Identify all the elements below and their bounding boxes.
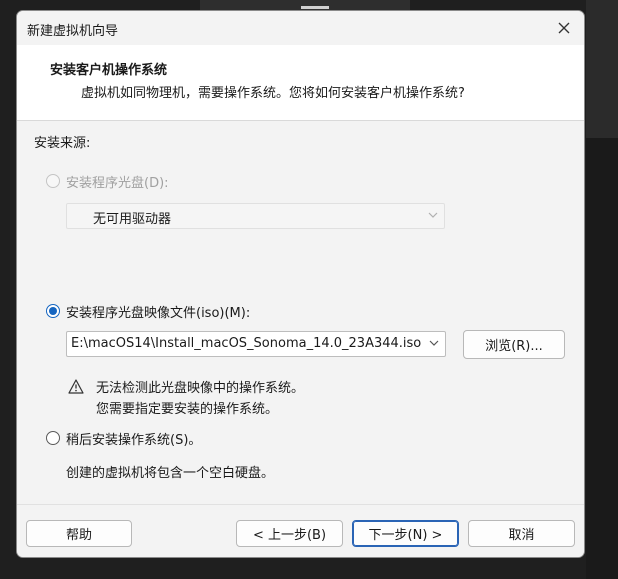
- background-tab-indicator: [301, 6, 329, 9]
- chevron-down-icon[interactable]: [429, 339, 439, 347]
- close-button[interactable]: [550, 15, 578, 41]
- help-button[interactable]: 帮助: [26, 520, 132, 547]
- window-title: 新建虚拟机向导: [27, 24, 119, 39]
- radio-install-later[interactable]: [46, 431, 60, 445]
- cancel-button[interactable]: 取消: [468, 520, 575, 547]
- warning-icon: [68, 379, 84, 394]
- radio-iso-image[interactable]: [46, 304, 60, 318]
- back-button[interactable]: < 上一步(B): [236, 520, 343, 547]
- install-source-label: 安装来源:: [34, 136, 91, 151]
- radio-installer-disc[interactable]: [46, 174, 60, 188]
- disc-drive-dropdown[interactable]: 无可用驱动器: [66, 203, 445, 229]
- close-icon: [558, 22, 570, 34]
- disc-drive-value: 无可用驱动器: [93, 212, 172, 227]
- radio-install-later-label: 稍后安装操作系统(S)。: [66, 433, 202, 448]
- title-bar[interactable]: 新建虚拟机向导: [17, 11, 584, 45]
- install-later-description: 创建的虚拟机将包含一个空白硬盘。: [66, 466, 275, 481]
- next-button[interactable]: 下一步(N) >: [352, 520, 459, 547]
- page-subtitle: 虚拟机如同物理机，需要操作系统。您将如何安装客户机操作系统?: [81, 86, 465, 101]
- warning-line-2: 您需要指定要安装的操作系统。: [96, 402, 279, 417]
- radio-iso-image-label: 安装程序光盘映像文件(iso)(M):: [66, 306, 251, 321]
- browse-button[interactable]: 浏览(R)...: [463, 330, 565, 359]
- page-title: 安装客户机操作系统: [50, 63, 168, 78]
- background-panel-lower: [586, 138, 618, 579]
- background-panel: [586, 0, 618, 138]
- chevron-down-icon: [428, 212, 438, 218]
- warning-line-1: 无法检测此光盘映像中的操作系统。: [96, 381, 305, 396]
- install-source-panel: 安装来源: 安装程序光盘(D): 无可用驱动器 安装程序光盘映像文件(iso)(…: [17, 121, 584, 504]
- radio-installer-disc-label: 安装程序光盘(D):: [66, 176, 169, 191]
- iso-path-value: E:\macOS14\Install_macOS_Sonoma_14.0_23A…: [71, 336, 422, 351]
- new-vm-wizard-dialog: 新建虚拟机向导 安装客户机操作系统 虚拟机如同物理机，需要操作系统。您将如何安装…: [16, 10, 585, 558]
- wizard-header: 安装客户机操作系统 虚拟机如同物理机，需要操作系统。您将如何安装客户机操作系统?: [17, 45, 584, 121]
- wizard-footer: 帮助 < 上一步(B) 下一步(N) > 取消: [17, 504, 584, 557]
- iso-path-combobox[interactable]: E:\macOS14\Install_macOS_Sonoma_14.0_23A…: [66, 331, 446, 357]
